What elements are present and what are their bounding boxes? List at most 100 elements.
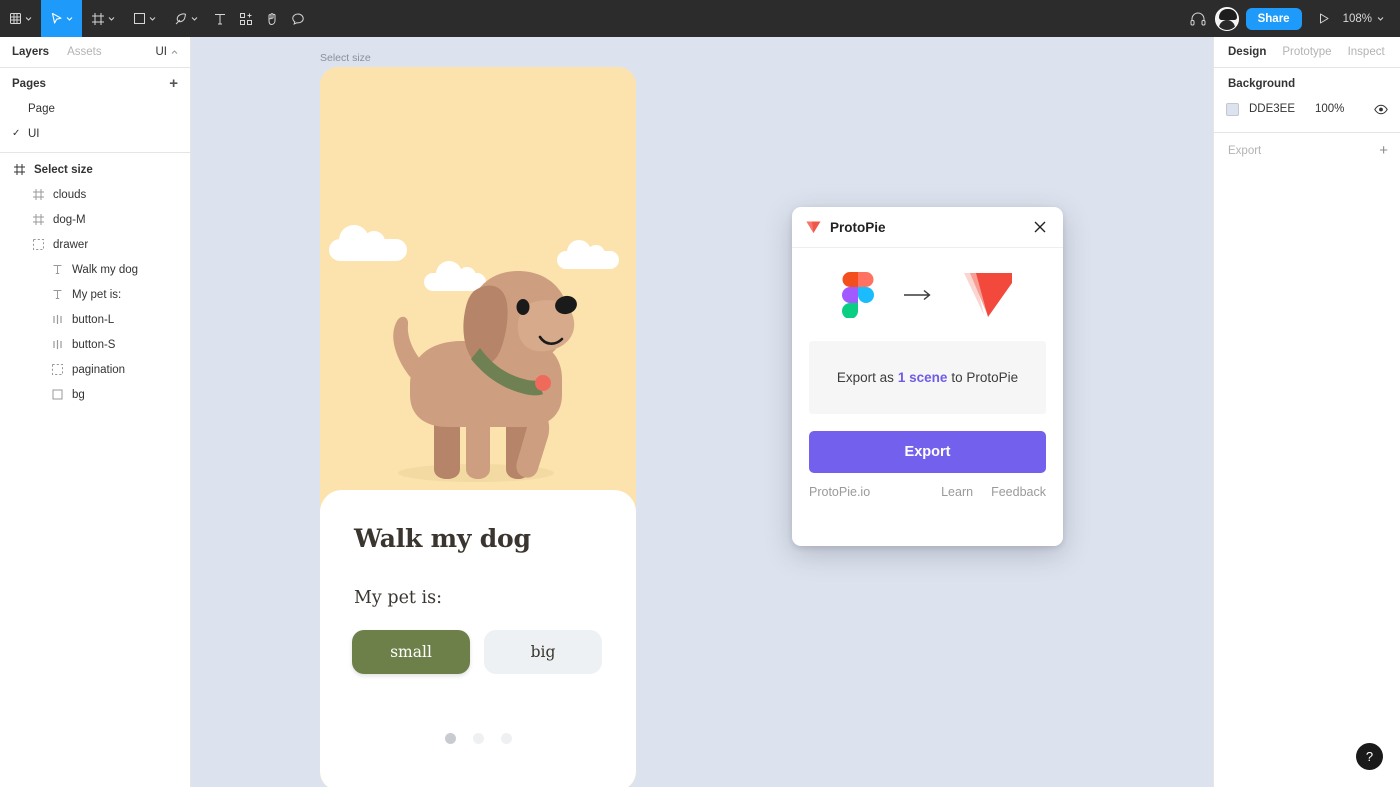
resources-tool-icon[interactable] — [233, 0, 259, 37]
add-export-button[interactable]: + — [1379, 143, 1388, 158]
present-play-icon[interactable] — [1311, 0, 1336, 37]
add-page-button[interactable]: + — [169, 76, 178, 91]
figma-menu-icon[interactable] — [0, 0, 41, 37]
toolbar-tools-group — [0, 0, 311, 37]
page-check-icon: ✓ — [12, 128, 21, 139]
background-section: Background DDE3EE 100% — [1214, 68, 1400, 133]
export-title: Export — [1228, 145, 1262, 157]
protopie-logo-icon — [806, 221, 821, 233]
protopie-big-logo-icon — [963, 272, 1012, 317]
hand-tool-icon[interactable] — [259, 0, 285, 37]
move-tool-icon[interactable] — [41, 0, 82, 37]
zoom-level-value: 108% — [1342, 12, 1372, 25]
plugin-right-links: Learn Feedback — [941, 485, 1046, 499]
zoom-level-selector[interactable]: 108% — [1339, 13, 1388, 25]
text-icon — [50, 288, 64, 302]
text-tool-icon[interactable] — [207, 0, 233, 37]
frame-icon — [31, 188, 45, 202]
plugin-footer-links: ProtoPie.io Learn Feedback — [792, 473, 1063, 499]
opacity-value[interactable]: 100% — [1315, 103, 1344, 115]
layer-row-select-size[interactable]: Select size — [0, 157, 190, 182]
phone-frame[interactable]: Walk my dog My pet is: small big — [320, 67, 636, 787]
close-icon[interactable] — [1031, 218, 1049, 236]
tab-layers[interactable]: Layers — [12, 46, 49, 58]
layer-label: dog-M — [53, 213, 86, 226]
pagination-dot[interactable] — [500, 733, 512, 744]
comment-tool-icon[interactable] — [285, 0, 311, 37]
frame-tool-icon[interactable] — [82, 0, 124, 37]
headphones-icon[interactable] — [1184, 0, 1212, 37]
page-label: UI — [28, 127, 40, 140]
layer-row-drawer[interactable]: drawer — [0, 232, 190, 257]
background-fill-row: DDE3EE 100% — [1214, 98, 1400, 120]
layer-row-button-l[interactable]: button-L — [0, 307, 190, 332]
figma-logo-icon — [841, 271, 874, 318]
learn-link[interactable]: Learn — [941, 485, 973, 499]
scene-text-after: to ProtoPie — [951, 370, 1019, 385]
feedback-link[interactable]: Feedback — [991, 485, 1046, 499]
figma-app-window: Share 108% Layers Assets UI Pages + Page… — [0, 0, 1400, 787]
right-panel-tabs: Design Prototype Inspect — [1214, 37, 1400, 68]
avatar-hair — [1218, 8, 1237, 20]
layer-label: My pet is: — [72, 288, 122, 301]
help-button[interactable]: ? — [1356, 743, 1383, 770]
hex-value[interactable]: DDE3EE — [1249, 103, 1315, 115]
pagination-dots — [320, 733, 636, 744]
layer-label: button-L — [72, 313, 115, 326]
layer-label: clouds — [53, 188, 87, 201]
layer-label: button-S — [72, 338, 116, 351]
frame-name-label[interactable]: Select size — [320, 52, 371, 64]
protopie-plugin-dialog: ProtoPie Export as 1 scene to ProtoPie E… — [792, 207, 1063, 546]
group-icon — [31, 238, 45, 252]
right-sidebar: Design Prototype Inspect Background DDE3… — [1213, 37, 1400, 787]
avatar[interactable] — [1214, 6, 1239, 31]
page-selector[interactable]: UI — [156, 46, 179, 58]
pet-size-button-group: small big — [352, 630, 602, 674]
tab-inspect[interactable]: Inspect — [1348, 46, 1385, 58]
component-icon — [50, 313, 64, 327]
dog-illustration — [393, 271, 577, 482]
layers-list: Select size clouds dog-M drawer Walk my … — [0, 153, 190, 407]
pet-size-button-big[interactable]: big — [484, 630, 602, 674]
page-row-ui[interactable]: ✓ UI — [0, 121, 190, 146]
layer-label: drawer — [53, 238, 89, 251]
protopie-site-link[interactable]: ProtoPie.io — [809, 485, 870, 499]
pet-size-button-small[interactable]: small — [352, 630, 470, 674]
page-selector-label: UI — [155, 46, 168, 58]
shape-tool-icon[interactable] — [124, 0, 165, 37]
visibility-eye-icon[interactable] — [1374, 104, 1388, 115]
layer-row-bg[interactable]: bg — [0, 382, 190, 407]
layer-row-button-s[interactable]: button-S — [0, 332, 190, 357]
layer-label: pagination — [72, 363, 126, 376]
export-button[interactable]: Export — [809, 431, 1046, 473]
color-swatch[interactable] — [1226, 102, 1239, 116]
layer-row-walk-my-dog[interactable]: Walk my dog — [0, 257, 190, 282]
tab-assets[interactable]: Assets — [67, 46, 102, 58]
share-button[interactable]: Share — [1245, 7, 1302, 30]
drawer-title: Walk my dog — [354, 524, 531, 553]
export-scene-summary: Export as 1 scene to ProtoPie — [809, 341, 1046, 414]
pages-title: Pages — [12, 78, 46, 90]
page-label: Page — [28, 102, 55, 115]
page-row-page[interactable]: Page — [0, 96, 190, 121]
canvas-area[interactable]: Select size Walk my dog My pet is: small… — [191, 37, 1213, 787]
pen-tool-icon[interactable] — [165, 0, 207, 37]
background-title: Background — [1228, 78, 1296, 90]
pagination-dot[interactable] — [472, 733, 484, 744]
plugin-logos-row — [792, 248, 1063, 341]
layer-row-pagination[interactable]: pagination — [0, 357, 190, 382]
tab-design[interactable]: Design — [1228, 46, 1266, 58]
layer-row-my-pet-is[interactable]: My pet is: — [0, 282, 190, 307]
tab-prototype[interactable]: Prototype — [1282, 46, 1331, 58]
plugin-title: ProtoPie — [830, 219, 886, 235]
layer-row-dog-m[interactable]: dog-M — [0, 207, 190, 232]
layer-label: Select size — [34, 163, 93, 176]
toolbar-right-group: Share 108% — [1184, 0, 1400, 37]
bottom-drawer: Walk my dog My pet is: small big — [320, 490, 636, 787]
frame-icon — [31, 213, 45, 227]
layer-row-clouds[interactable]: clouds — [0, 182, 190, 207]
rectangle-icon — [50, 388, 64, 402]
scene-count: 1 scene — [897, 370, 948, 385]
pagination-dot[interactable] — [444, 733, 456, 744]
scene-text-before: Export as — [836, 370, 894, 385]
